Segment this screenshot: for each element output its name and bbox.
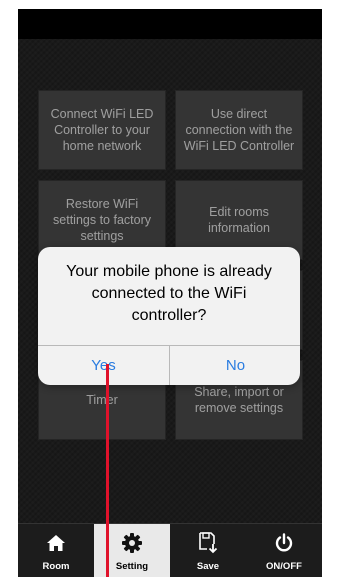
yes-button[interactable]: Yes (38, 346, 169, 385)
tab-save[interactable]: Save (170, 524, 246, 577)
save-icon (170, 532, 246, 554)
tab-room[interactable]: Room (18, 524, 94, 577)
tab-bar: Room Setting Save ON/OFF (18, 523, 322, 577)
dialog-message: Your mobile phone is already connected t… (66, 263, 272, 324)
tab-room-label: Room (42, 561, 70, 572)
tab-onoff-label: ON/OFF (266, 561, 302, 572)
annotation-marker (106, 364, 109, 577)
home-icon (18, 532, 94, 554)
no-button[interactable]: No (170, 346, 300, 385)
phone-screen: Connect WiFi LED Controller to your home… (18, 9, 322, 577)
confirm-dialog: Your mobile phone is already connected t… (38, 247, 300, 385)
power-icon (246, 532, 322, 554)
tab-onoff[interactable]: ON/OFF (246, 524, 322, 577)
tab-save-label: Save (196, 561, 220, 572)
